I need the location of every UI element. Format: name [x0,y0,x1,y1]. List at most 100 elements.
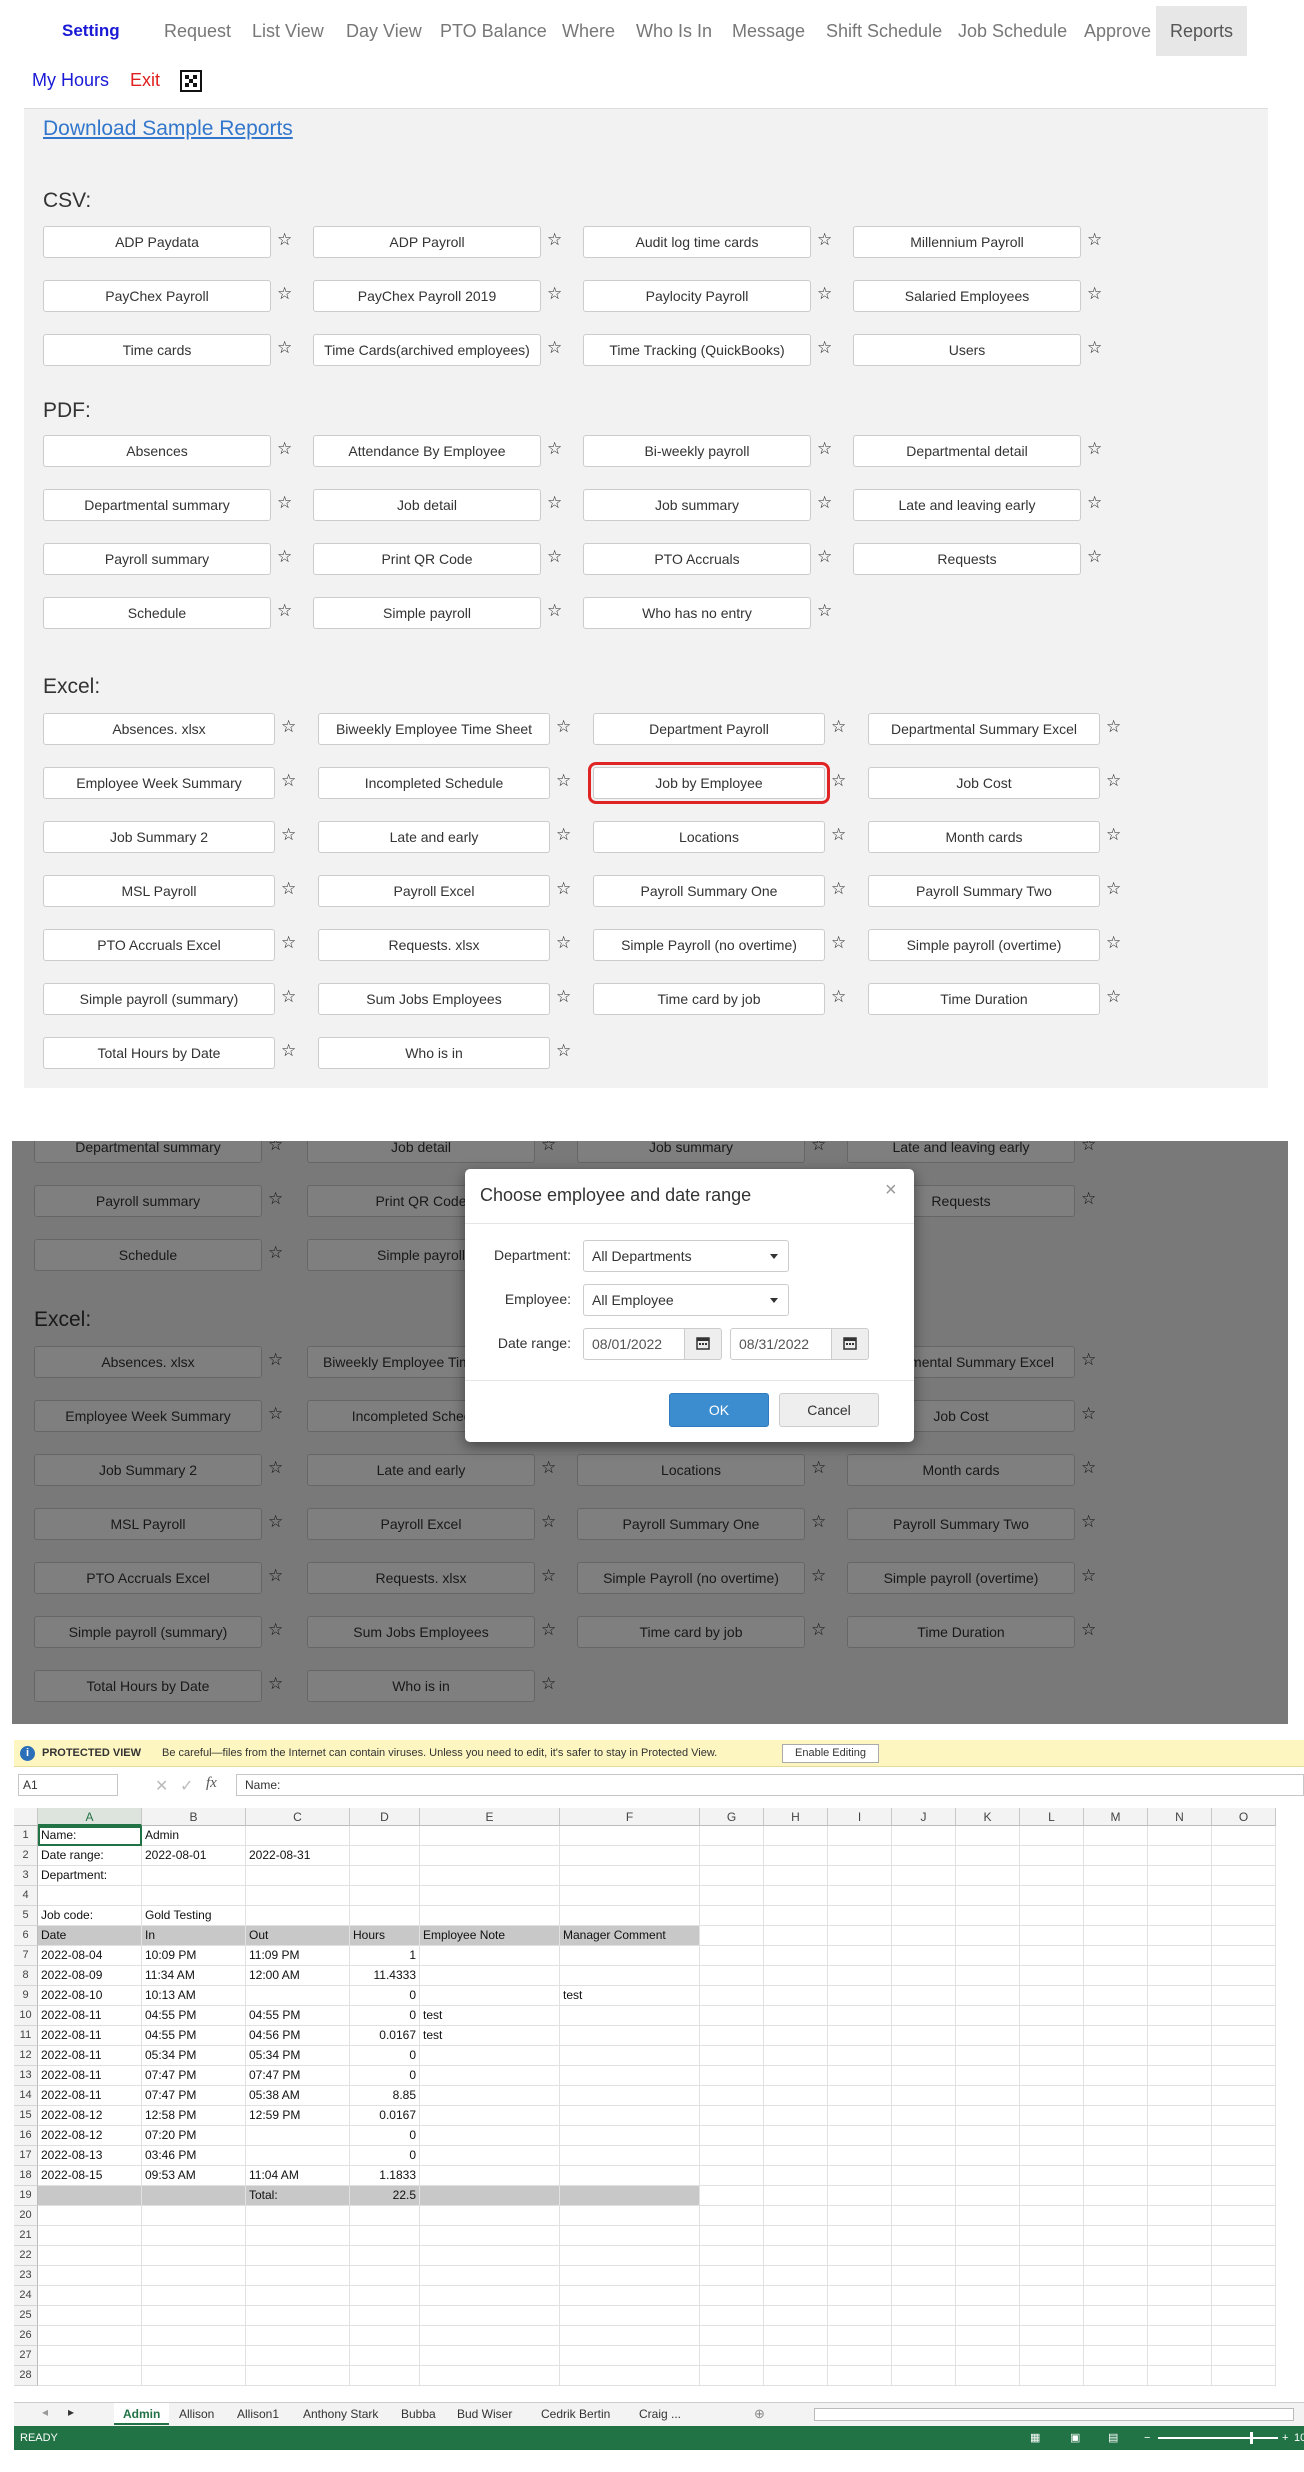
column-header[interactable]: C [246,1808,350,1826]
table-cell[interactable] [764,1826,828,1846]
table-cell[interactable] [1212,2006,1276,2026]
table-cell[interactable] [1148,2346,1212,2366]
table-cell[interactable] [764,2146,828,2166]
table-cell[interactable]: test [420,2006,560,2026]
table-cell[interactable] [38,2246,142,2266]
table-cell[interactable] [420,2066,560,2086]
table-cell[interactable]: 2022-08-13 [38,2146,142,2166]
table-cell[interactable] [1148,2066,1212,2086]
table-cell[interactable] [350,1846,420,1866]
table-cell[interactable]: Name: [38,1826,142,1846]
table-cell[interactable]: 2022-08-04 [38,1946,142,1966]
favorite-star-icon[interactable]: ☆ [817,284,832,304]
report-button-simple-payroll-no-overtime[interactable]: Simple Payroll (no overtime) [593,929,825,961]
table-cell[interactable]: 0 [350,2046,420,2066]
table-cell[interactable] [892,2346,956,2366]
favorite-star-icon[interactable]: ☆ [817,338,832,358]
favorite-star-icon[interactable]: ☆ [556,879,571,899]
row-header[interactable]: 23 [14,2266,38,2286]
table-cell[interactable] [1148,2226,1212,2246]
table-cell[interactable] [1212,2106,1276,2126]
table-cell[interactable] [956,2266,1020,2286]
favorite-star-icon[interactable]: ☆ [1106,771,1121,791]
report-button-adp-payroll[interactable]: ADP Payroll [313,226,541,258]
name-box[interactable]: A1 [18,1774,118,1796]
table-cell[interactable] [892,2326,956,2346]
table-cell[interactable] [350,2286,420,2306]
table-cell[interactable] [1020,2106,1084,2126]
table-cell[interactable] [892,1986,956,2006]
table-cell[interactable] [892,2226,956,2246]
table-cell[interactable] [142,2366,246,2386]
column-header[interactable]: L [1020,1808,1084,1826]
row-header[interactable]: 20 [14,2206,38,2226]
table-cell[interactable] [1148,2006,1212,2026]
report-button-departmental-detail[interactable]: Departmental detail [853,435,1081,467]
table-cell[interactable] [1084,1966,1148,1986]
zoom-slider-thumb[interactable] [1250,2432,1253,2444]
date-from-input[interactable]: 08/01/2022 [583,1328,685,1360]
table-cell[interactable] [560,2306,700,2326]
table-cell[interactable] [420,1846,560,1866]
column-header[interactable]: H [764,1808,828,1826]
table-cell[interactable] [1084,2086,1148,2106]
table-cell[interactable] [828,2266,892,2286]
table-cell[interactable] [1148,2086,1212,2106]
table-cell[interactable] [1020,1926,1084,1946]
table-cell[interactable] [1148,2366,1212,2386]
nav-pto-balance[interactable]: PTO Balance [440,6,547,56]
table-cell[interactable] [1084,1926,1148,1946]
table-cell[interactable] [700,2206,764,2226]
table-cell[interactable] [956,2006,1020,2026]
favorite-star-icon[interactable]: ☆ [277,547,292,567]
favorite-star-icon[interactable]: ☆ [556,987,571,1007]
table-cell[interactable] [764,2206,828,2226]
favorite-star-icon[interactable]: ☆ [547,439,562,459]
table-cell[interactable] [246,2246,350,2266]
table-cell[interactable] [1212,1966,1276,1986]
sheet-tab-allison[interactable]: Allison [170,2403,223,2425]
table-cell[interactable] [1212,1826,1276,1846]
row-header[interactable]: 1 [14,1826,38,1846]
table-cell[interactable] [700,2026,764,2046]
table-cell[interactable] [1148,1846,1212,1866]
row-header[interactable]: 12 [14,2046,38,2066]
table-cell[interactable] [700,2306,764,2326]
favorite-star-icon[interactable]: ☆ [547,230,562,250]
report-button-requests[interactable]: Requests [853,543,1081,575]
nav-setting[interactable]: Setting [62,6,120,56]
table-cell[interactable] [142,2186,246,2206]
column-header[interactable]: O [1212,1808,1276,1826]
table-cell[interactable] [828,2246,892,2266]
nav-request[interactable]: Request [164,6,231,56]
favorite-star-icon[interactable]: ☆ [817,439,832,459]
table-cell[interactable] [38,2366,142,2386]
table-cell[interactable] [700,1826,764,1846]
table-cell[interactable]: 05:34 PM [246,2046,350,2066]
row-header[interactable]: 6 [14,1926,38,1946]
table-cell[interactable] [246,2146,350,2166]
table-cell[interactable] [956,2306,1020,2326]
table-cell[interactable] [1148,1986,1212,2006]
table-cell[interactable]: 2022-08-11 [38,2066,142,2086]
table-cell[interactable] [764,2126,828,2146]
table-cell[interactable] [1020,1986,1084,2006]
table-cell[interactable] [1084,1866,1148,1886]
favorite-star-icon[interactable]: ☆ [831,825,846,845]
table-cell[interactable] [764,1906,828,1926]
table-cell[interactable] [956,1866,1020,1886]
table-cell[interactable] [828,2086,892,2106]
table-cell[interactable] [828,2026,892,2046]
table-cell[interactable] [1212,1886,1276,1906]
table-cell[interactable] [1148,2246,1212,2266]
table-cell[interactable] [142,2206,246,2226]
table-cell[interactable]: 0.0167 [350,2106,420,2126]
table-cell[interactable] [246,1826,350,1846]
table-cell[interactable] [560,1886,700,1906]
table-cell[interactable] [1020,1866,1084,1886]
table-cell[interactable] [828,2146,892,2166]
table-cell[interactable] [1212,1926,1276,1946]
table-cell[interactable] [246,2326,350,2346]
table-cell[interactable] [1148,2126,1212,2146]
nav-who-is-in[interactable]: Who Is In [636,6,712,56]
